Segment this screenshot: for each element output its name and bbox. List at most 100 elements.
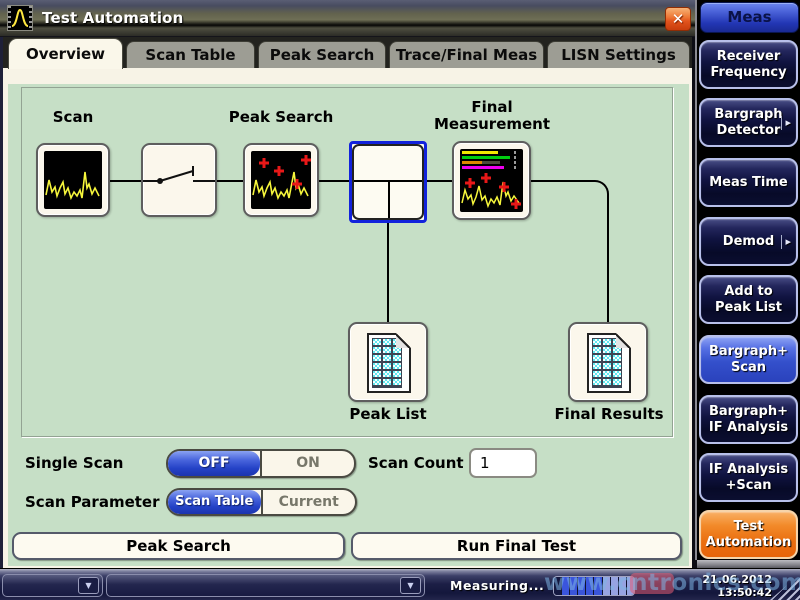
sidebar-bottom-band [697, 560, 800, 568]
peak-search-trace-icon [251, 151, 311, 209]
peak-list-label: Peak List [338, 406, 438, 423]
softkey-label: Add to [724, 284, 772, 300]
single-scan-on-option[interactable]: ON [262, 451, 354, 476]
progress-segment [562, 577, 569, 595]
fold-corner-icon [396, 334, 410, 348]
softkey-label: Peak List [715, 300, 782, 316]
progress-segment [586, 577, 593, 595]
final-results-node[interactable] [568, 322, 648, 402]
connector-to-peak-list [387, 221, 389, 322]
softkey-meas-time[interactable]: Meas Time [699, 158, 798, 207]
fold-corner-icon [616, 334, 630, 348]
bar-orange [462, 161, 521, 164]
tab-overview[interactable]: Overview [8, 38, 123, 69]
scan-node[interactable] [36, 143, 110, 217]
status-segment-left[interactable]: ▼ [2, 574, 103, 597]
progress-segment [603, 577, 610, 595]
final-measurement-node[interactable] [452, 141, 531, 220]
tab-overview-label: Overview [26, 45, 105, 63]
status-segment-middle[interactable]: ▼ [106, 574, 425, 597]
dropdown-icon: ▼ [400, 577, 421, 594]
softkey-receiver-frequency[interactable]: Receiver Frequency [699, 40, 798, 89]
progress-bar [553, 576, 635, 596]
softkey-label: +Scan [726, 478, 772, 494]
date-text: 21.06.2012 [676, 573, 772, 586]
tab-trace-final-meas[interactable]: Trace/Final Meas [389, 41, 544, 68]
softkey-label: Bargraph+ [709, 404, 788, 420]
junction-node[interactable] [349, 141, 427, 223]
tab-peak-search[interactable]: Peak Search [258, 41, 386, 68]
switch-node[interactable] [141, 143, 217, 217]
tab-lisn-settings[interactable]: LISN Settings [547, 41, 690, 68]
tab-scan-table[interactable]: Scan Table [126, 41, 255, 68]
progress-segment [627, 577, 634, 595]
progress-segment [594, 577, 601, 595]
measuring-status: Measuring... [450, 578, 544, 593]
single-scan-off-option[interactable]: OFF [168, 451, 260, 476]
progress-segment [554, 577, 561, 595]
scan-parameter-scan-table-option[interactable]: Scan Table [168, 490, 261, 514]
bar-yellow [462, 151, 521, 154]
bar-green [462, 156, 521, 159]
softkey-label: Bargraph [714, 107, 782, 123]
connector-peaksearch-junction [319, 180, 349, 182]
app-icon [7, 5, 33, 31]
connector-scan-switch [110, 180, 141, 182]
submenu-arrow-icon: ▸ [781, 116, 791, 130]
scan-count-label: Scan Count [368, 454, 464, 472]
peak-list-document-icon [367, 333, 411, 393]
run-final-test-button[interactable]: Run Final Test [351, 532, 682, 560]
final-measurement-line1: Final [413, 99, 571, 116]
tab-trace-final-meas-label: Trace/Final Meas [396, 46, 537, 64]
softkey-sidebar: Meas Receiver Frequency Bargraph Detecto… [697, 0, 800, 600]
connector-switch-peaksearch [217, 180, 243, 182]
peak-search-button[interactable]: Peak Search [12, 532, 345, 560]
tab-lisn-settings-label: LISN Settings [561, 46, 676, 64]
softkey-label: IF Analysis [709, 462, 788, 478]
progress-segment [619, 577, 626, 595]
peak-list-node[interactable] [348, 322, 428, 402]
status-bar: ▼ ▼ Measuring... 21.06.2012 13:50:42 [0, 568, 800, 600]
softkey-label: Bargraph+ [709, 344, 788, 360]
title-bar: Test Automation ✕ [0, 0, 697, 37]
peak-search-node[interactable] [243, 143, 319, 217]
sidebar-left-edge [695, 0, 697, 560]
tab-peak-search-label: Peak Search [270, 46, 375, 64]
final-measurement-line2: Measurement [413, 116, 571, 133]
scan-parameter-label: Scan Parameter [25, 493, 160, 511]
junction-inner [352, 144, 424, 220]
softkey-add-to-peak-list[interactable]: Add to Peak List [699, 275, 798, 324]
scan-label: Scan [36, 109, 110, 126]
softkey-bargraph-if-analysis[interactable]: Bargraph+ IF Analysis [699, 395, 798, 444]
tab-scan-table-label: Scan Table [145, 46, 235, 64]
scan-count-input[interactable] [469, 448, 537, 478]
scan-parameter-current-option[interactable]: Current [263, 490, 356, 514]
softkey-demod[interactable]: Demod ▸ [699, 217, 798, 266]
bargraph-icon [462, 151, 521, 171]
single-scan-label: Single Scan [25, 454, 123, 472]
softkey-label: Frequency [710, 65, 786, 81]
single-scan-toggle: OFF ON [166, 449, 356, 478]
progress-segment [611, 577, 618, 595]
submenu-arrow-icon: ▸ [781, 235, 791, 249]
dropdown-icon: ▼ [78, 577, 99, 594]
softkey-bargraph-scan[interactable]: Bargraph+ Scan [699, 335, 798, 384]
softkey-label: Demod [723, 234, 774, 250]
final-measurement-icon [460, 149, 523, 212]
switch-icon [143, 145, 215, 215]
peak-search-label: Peak Search [216, 109, 346, 126]
window-left-edge [0, 37, 3, 568]
softkey-bargraph-detector[interactable]: Bargraph Detector ▸ [699, 98, 798, 147]
scan-trace-icon [44, 151, 102, 209]
close-icon: ✕ [672, 10, 685, 28]
softkey-label: Automation [706, 535, 792, 551]
softkey-if-analysis-scan[interactable]: IF Analysis +Scan [699, 453, 798, 502]
screen: Test Automation ✕ Overview Scan Table Pe… [0, 0, 800, 600]
connector-final-out [531, 180, 591, 182]
close-button[interactable]: ✕ [665, 7, 691, 31]
progress-segment [578, 577, 585, 595]
softkey-test-automation[interactable]: Test Automation [699, 510, 798, 559]
time-text: 13:50:42 [676, 586, 772, 599]
date-time: 21.06.2012 13:50:42 [676, 573, 772, 599]
softkey-label: Detector [717, 123, 781, 139]
